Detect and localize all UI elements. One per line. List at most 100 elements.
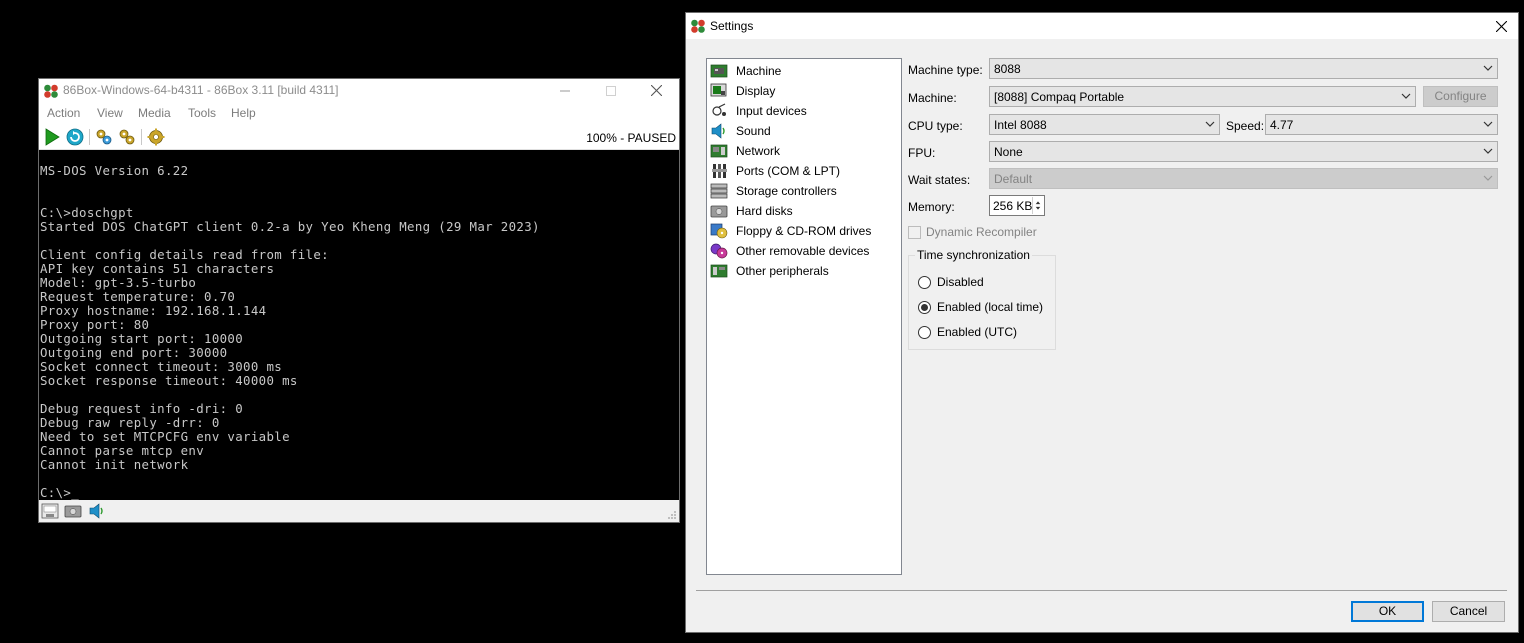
time-sync-utc-radio[interactable]: Enabled (UTC) [918, 325, 1017, 339]
category-label: Input devices [736, 104, 807, 118]
emulator-title: 86Box-Windows-64-b4311 - 86Box 3.11 [bui… [63, 83, 339, 97]
reset-icon[interactable] [66, 128, 84, 146]
speed-select[interactable]: 4.77 [1265, 114, 1498, 135]
close-icon [1495, 20, 1507, 33]
ports-icon [712, 164, 727, 178]
machine-type-select[interactable]: 8088 [989, 58, 1498, 79]
hard-disk-icon[interactable] [64, 503, 82, 519]
display-icon [710, 83, 727, 97]
menu-help[interactable]: Help [231, 106, 256, 120]
settings-category-list: Machine Display Input devices Sound Netw… [706, 58, 902, 575]
chevron-down-icon [1483, 65, 1493, 71]
emulator-window: 86Box-Windows-64-b4311 - 86Box 3.11 [bui… [38, 78, 680, 523]
category-storage-controllers[interactable]: Storage controllers [710, 181, 839, 201]
configure-button[interactable]: Configure [1423, 86, 1498, 107]
category-input-devices[interactable]: Input devices [710, 101, 809, 121]
memory-label: Memory: [908, 200, 955, 214]
maximize-icon [606, 86, 616, 96]
wait-states-select[interactable]: Default [989, 168, 1498, 189]
dynamic-recompiler-label: Dynamic Recompiler [926, 225, 1037, 239]
network-icon [710, 144, 728, 158]
cpu-type-value: Intel 8088 [994, 118, 1047, 132]
dialog-divider [696, 590, 1507, 591]
chevron-down-icon [1483, 121, 1493, 127]
chevron-down-icon [1483, 175, 1493, 181]
ctrl-alt-del-icon[interactable] [95, 128, 113, 146]
emulator-titlebar[interactable]: 86Box-Windows-64-b4311 - 86Box 3.11 [bui… [39, 79, 679, 102]
speed-label: Speed: [1226, 119, 1265, 133]
86box-app-icon [691, 19, 705, 33]
storage-controllers-icon [710, 183, 728, 199]
resize-grip-icon[interactable] [667, 510, 677, 520]
machine-icon [710, 64, 728, 78]
settings-icon[interactable] [147, 128, 165, 146]
time-sync-title: Time synchronization [915, 248, 1032, 262]
category-label: Ports (COM & LPT) [736, 164, 841, 178]
category-label: Storage controllers [736, 184, 837, 198]
machine-value: [8088] Compaq Portable [994, 90, 1125, 104]
ok-button[interactable]: OK [1351, 601, 1424, 622]
radio-dot [918, 275, 931, 289]
category-machine[interactable]: Machine [710, 61, 783, 81]
category-label: Network [736, 144, 781, 158]
time-sync-disabled-radio[interactable]: Disabled [918, 275, 984, 289]
settings-titlebar[interactable]: Settings [686, 13, 1518, 39]
category-label: Display [736, 84, 776, 98]
menu-tools[interactable]: Tools [188, 106, 216, 120]
time-sync-local-radio[interactable]: Enabled (local time) [918, 300, 1043, 314]
category-other-removable-devices[interactable]: Other removable devices [710, 241, 871, 261]
menu-media[interactable]: Media [138, 106, 171, 120]
category-label: Machine [736, 64, 782, 78]
radio-label: Disabled [937, 275, 984, 289]
emulation-status: 100% - PAUSED [586, 131, 676, 145]
category-label: Sound [736, 124, 771, 138]
input-devices-icon [712, 103, 726, 116]
category-other-peripherals[interactable]: Other peripherals [710, 261, 831, 281]
category-sound[interactable]: Sound [710, 121, 773, 141]
settings-title: Settings [710, 19, 754, 33]
category-label: Floppy & CD-ROM drives [736, 224, 872, 238]
emulated-dos-screen[interactable]: MS-DOS Version 6.22 C:\>doschgpt Started… [39, 151, 679, 500]
toolbar-separator [141, 129, 142, 145]
speed-value: 4.77 [1270, 118, 1294, 132]
checkbox-box [908, 225, 921, 239]
toolbar-separator [89, 129, 90, 145]
dos-console-text: MS-DOS Version 6.22 C:\>doschgpt Started… [40, 163, 540, 500]
close-icon [650, 84, 662, 97]
chevron-down-icon [1483, 148, 1493, 154]
maximize-button[interactable] [588, 79, 634, 102]
minimize-button[interactable] [542, 79, 588, 102]
machine-label: Machine: [908, 91, 957, 105]
category-ports[interactable]: Ports (COM & LPT) [710, 161, 842, 181]
memory-spinbox[interactable]: 256 KB [989, 195, 1045, 216]
cancel-button[interactable]: Cancel [1432, 601, 1505, 622]
spin-arrows-icon[interactable] [1032, 197, 1043, 214]
fpu-label: FPU: [908, 146, 936, 160]
dynamic-recompiler-checkbox[interactable]: Dynamic Recompiler [908, 225, 1037, 239]
category-network[interactable]: Network [710, 141, 782, 161]
sound-icon[interactable] [88, 503, 106, 519]
cpu-type-label: CPU type: [908, 119, 963, 133]
fpu-select[interactable]: None [989, 141, 1498, 162]
minimize-icon [560, 90, 570, 92]
close-button[interactable] [633, 79, 679, 102]
wait-states-label: Wait states: [908, 173, 971, 187]
category-label: Other removable devices [736, 244, 870, 258]
settings-dialog: Settings Machine Display Input devices S… [685, 12, 1519, 633]
category-display[interactable]: Display [710, 81, 777, 101]
floppy-drive-icon[interactable] [41, 503, 59, 519]
cpu-type-select[interactable]: Intel 8088 [989, 114, 1220, 135]
radio-label: Enabled (local time) [937, 300, 1044, 314]
category-floppy-cdrom[interactable]: Floppy & CD-ROM drives [710, 221, 873, 241]
peripherals-icon [710, 264, 728, 278]
ctrl-alt-esc-icon[interactable] [118, 128, 136, 146]
menu-action[interactable]: Action [47, 106, 80, 120]
play-icon[interactable] [43, 128, 61, 146]
emulator-menubar: Action View Media Tools Help [39, 102, 679, 124]
category-hard-disks[interactable]: Hard disks [710, 201, 795, 221]
menu-view[interactable]: View [97, 106, 123, 120]
fpu-value: None [994, 145, 1023, 159]
removable-devices-icon [710, 243, 728, 259]
settings-close-button[interactable] [1484, 13, 1518, 39]
machine-select[interactable]: [8088] Compaq Portable [989, 86, 1416, 107]
